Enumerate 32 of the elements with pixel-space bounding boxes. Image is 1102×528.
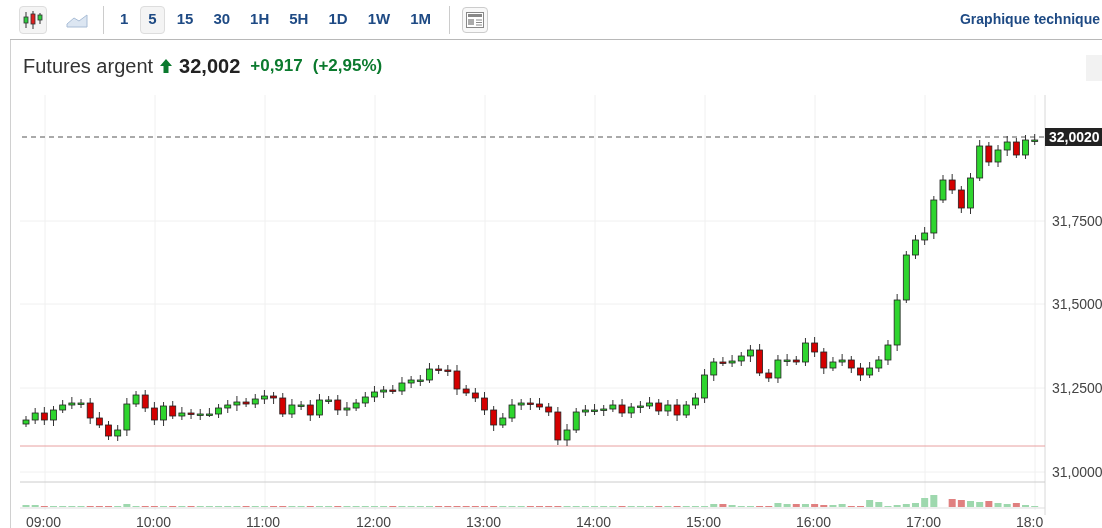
time-axis-label: 12:00 bbox=[356, 515, 392, 528]
price-axis-label: 31,7500 bbox=[1052, 214, 1102, 228]
time-axis-label: 10:00 bbox=[136, 515, 172, 528]
time-axis-label: 18:0 bbox=[1016, 515, 1044, 528]
time-axis-label: 09:00 bbox=[26, 515, 62, 528]
timeframe-tab[interactable]: 1W bbox=[359, 5, 399, 34]
timeframe-tab[interactable]: 30 bbox=[205, 5, 239, 34]
last-price: 32,002 bbox=[179, 54, 241, 79]
time-axis-label: 17:00 bbox=[906, 515, 942, 528]
timeframe-tab[interactable]: 15 bbox=[168, 5, 202, 34]
timeframe-tab[interactable]: 1D bbox=[320, 5, 356, 34]
instrument-name: Futures argent bbox=[23, 54, 154, 79]
price-axis-label: 31,0000 bbox=[1052, 465, 1102, 479]
timeframe-tab[interactable]: 1 bbox=[112, 5, 137, 34]
price-axis-label: 31,2500 bbox=[1052, 381, 1102, 395]
time-axis-label: 14:00 bbox=[576, 515, 612, 528]
timeframe-tab[interactable]: 5H bbox=[281, 5, 317, 34]
percent-change: (+2,95%) bbox=[312, 55, 383, 78]
current-price-label: 32,0020 bbox=[1045, 128, 1102, 146]
candlestick-chart-button[interactable] bbox=[19, 5, 47, 34]
timeframe-tab[interactable]: 5 bbox=[140, 5, 165, 34]
technical-chart-link[interactable]: Graphique technique bbox=[960, 9, 1100, 30]
price-change: +0,917 bbox=[250, 55, 303, 78]
timeframe-tab[interactable]: 1H bbox=[242, 5, 278, 34]
time-axis-label: 15:00 bbox=[686, 515, 722, 528]
time-axis-label: 13:00 bbox=[466, 515, 502, 528]
price-axis-label: 31,5000 bbox=[1052, 297, 1102, 311]
news-layout-button[interactable] bbox=[461, 6, 488, 33]
document-icon bbox=[465, 11, 484, 28]
time-axis-label: 11:00 bbox=[246, 515, 280, 528]
time-axis-label: 16:00 bbox=[796, 515, 832, 528]
timeframe-tab[interactable]: 1M bbox=[402, 5, 439, 34]
